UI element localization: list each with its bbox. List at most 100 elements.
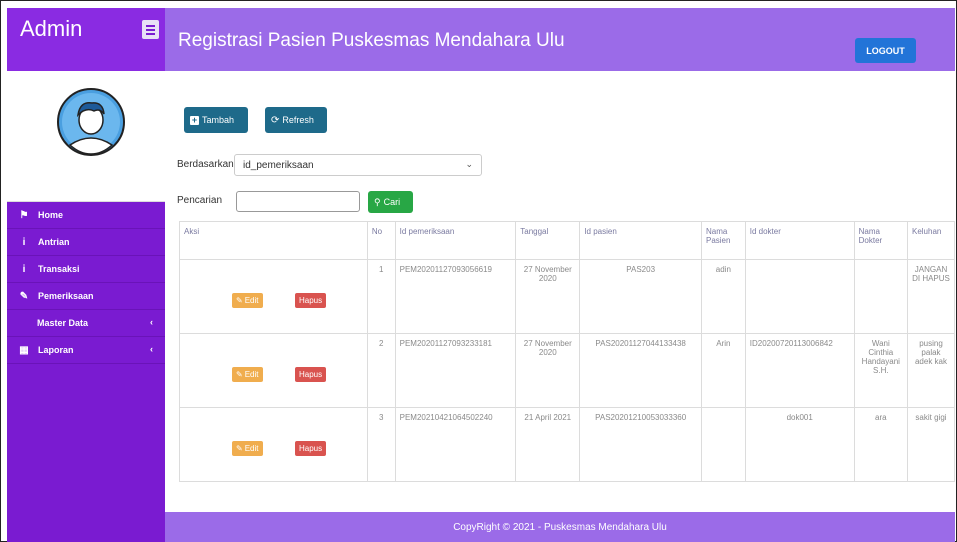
cell-nama-dokter: Wani Cinthia Handayani S.H. [853, 333, 908, 408]
info-icon: i [22, 236, 26, 248]
refresh-button[interactable]: ⟳ Refresh [265, 107, 327, 133]
col-keluhan: Keluhan [906, 221, 956, 260]
cell-nama-pasien [700, 407, 746, 482]
chevron-down-icon: ⌄ [465, 159, 473, 169]
filter-select-value: id_pemeriksaan [243, 159, 314, 171]
cell-nama-pasien: adin [700, 259, 746, 334]
cell-id-pemeriksaan: PEM20201127093056619 [394, 259, 517, 334]
avatar-area [7, 71, 165, 202]
edit-icon: ✎ [19, 290, 29, 302]
col-no: No [366, 221, 396, 260]
sidebar-item-label: Transaksi [38, 264, 80, 274]
sidebar-item-label: Antrian [38, 237, 70, 247]
cell-id-dokter: ID20200720113006842 [744, 333, 855, 408]
col-nama-dokter: Nama Dokter [853, 221, 908, 260]
sidebar-item-home[interactable]: ⚑ Home [7, 202, 165, 229]
col-id-pemeriksaan: Id pemeriksaan [394, 221, 517, 260]
tambah-button[interactable]: + Tambah [184, 107, 248, 133]
search-icon: ⚲ [374, 196, 381, 207]
cell-id-dokter [744, 259, 855, 334]
hapus-button[interactable]: Hapus [295, 367, 327, 382]
sidebar-nav: ⚑ Home i Antrian i Transaksi ✎ Pemeriksa… [7, 202, 165, 364]
cari-button[interactable]: ⚲ Cari [368, 191, 413, 213]
cell-no: 2 [366, 333, 396, 408]
sidebar-item-master-data[interactable]: Master Data ‹ [7, 310, 165, 337]
table-row: ✎ Edit Hapus 2 PEM20201127093233181 27 No… [179, 333, 956, 408]
filter-select[interactable]: id_pemeriksaan ⌄ [234, 154, 482, 176]
brand-title: Admin [20, 16, 83, 41]
footer-text: CopyRight © 2021 - Puskesmas Mendahara U… [453, 521, 667, 533]
refresh-label: Refresh [282, 115, 314, 125]
chevron-left-icon: ‹ [150, 317, 153, 327]
col-id-dokter: Id dokter [744, 221, 855, 260]
edit-label: Edit [244, 444, 259, 453]
tambah-label: Tambah [202, 115, 235, 125]
cell-nama-pasien: Arin [700, 333, 746, 408]
home-icon: ⚑ [19, 209, 29, 221]
cell-tanggal: 27 November 2020 [515, 259, 581, 334]
edit-button[interactable]: ✎ Edit [232, 293, 263, 308]
edit-icon: ✎ [236, 296, 243, 305]
menu-toggle-icon[interactable] [142, 20, 159, 39]
cell-id-pasien: PAS20201210053033360 [579, 407, 702, 482]
sidebar-item-label: Laporan [38, 345, 74, 355]
cell-id-pemeriksaan: PEM20210421064502240 [394, 407, 517, 482]
sidebar-item-label: Master Data [37, 318, 89, 328]
top-header: Registrasi Pasien Puskesmas Mendahara Ul… [165, 8, 955, 71]
hapus-button[interactable]: Hapus [295, 293, 327, 308]
aksi-cell: ✎ Edit Hapus [179, 407, 368, 482]
edit-button[interactable]: ✎ Edit [232, 367, 263, 382]
calendar-icon: ▦ [19, 344, 29, 356]
cell-id-pemeriksaan: PEM20201127093233181 [394, 333, 517, 408]
edit-label: Edit [244, 296, 259, 305]
cell-id-dokter: dok001 [744, 407, 855, 482]
info-icon: i [22, 263, 26, 275]
refresh-icon: ⟳ [271, 114, 280, 126]
sidebar-item-laporan[interactable]: ▦ Laporan ‹ [7, 337, 165, 364]
logout-button[interactable]: LOGOUT [855, 38, 916, 63]
search-input[interactable] [236, 191, 360, 212]
cell-keluhan: sakit gigi [906, 407, 956, 482]
table-header-row: Aksi No Id pemeriksaan Tanggal Id pasien… [179, 221, 956, 260]
edit-icon: ✎ [236, 370, 243, 379]
sidebar-item-transaksi[interactable]: i Transaksi [7, 256, 165, 283]
cell-no: 3 [366, 407, 396, 482]
cell-tanggal: 21 April 2021 [515, 407, 581, 482]
edit-icon: ✎ [236, 444, 243, 453]
cell-nama-dokter [853, 259, 908, 334]
avatar [57, 88, 125, 156]
filter-label: Berdasarkan: [177, 159, 237, 170]
chevron-left-icon: ‹ [150, 344, 153, 354]
table-row: ✎ Edit Hapus 3 PEM20210421064502240 21 Ap… [179, 407, 956, 482]
edit-label: Edit [244, 370, 259, 379]
col-aksi: Aksi [179, 221, 368, 260]
sidebar: Admin ⚑ Home i Antrian i Transaksi ✎ Pem… [7, 8, 165, 542]
cell-no: 1 [366, 259, 396, 334]
cell-nama-dokter: ara [853, 407, 908, 482]
col-nama-pasien: Nama Pasien [700, 221, 746, 260]
sidebar-item-label: Home [38, 210, 64, 220]
hapus-button[interactable]: Hapus [295, 441, 327, 456]
pemeriksaan-table: Aksi No Id pemeriksaan Tanggal Id pasien… [179, 221, 956, 482]
search-label: Pencarian [177, 195, 223, 206]
table-row: ✎ Edit Hapus 1 PEM20201127093056619 27 No… [179, 259, 956, 334]
plus-icon: + [190, 114, 199, 125]
sidebar-item-pemeriksaan[interactable]: ✎ Pemeriksaan [7, 283, 165, 310]
cell-id-pasien: PAS20201127044133438 [579, 333, 702, 408]
footer: CopyRight © 2021 - Puskesmas Mendahara U… [165, 512, 955, 542]
page-title: Registrasi Pasien Puskesmas Mendahara Ul… [178, 30, 565, 51]
cell-tanggal: 27 November 2020 [515, 333, 581, 408]
sidebar-item-antrian[interactable]: i Antrian [7, 229, 165, 256]
cari-label: Cari [383, 197, 401, 207]
cell-keluhan: pusing palak adek kak [906, 333, 956, 408]
edit-button[interactable]: ✎ Edit [232, 441, 263, 456]
sidebar-item-label: Pemeriksaan [38, 291, 94, 301]
cell-keluhan: JANGAN DI HAPUS [906, 259, 956, 334]
aksi-cell: ✎ Edit Hapus [179, 259, 368, 334]
brand-area: Admin [7, 8, 165, 71]
col-id-pasien: Id pasien [579, 221, 702, 260]
main-content: + Tambah ⟳ Refresh Berdasarkan: id_pemer… [165, 71, 956, 512]
col-tanggal: Tanggal [515, 221, 581, 260]
aksi-cell: ✎ Edit Hapus [179, 333, 368, 408]
cell-id-pasien: PAS203 [579, 259, 702, 334]
